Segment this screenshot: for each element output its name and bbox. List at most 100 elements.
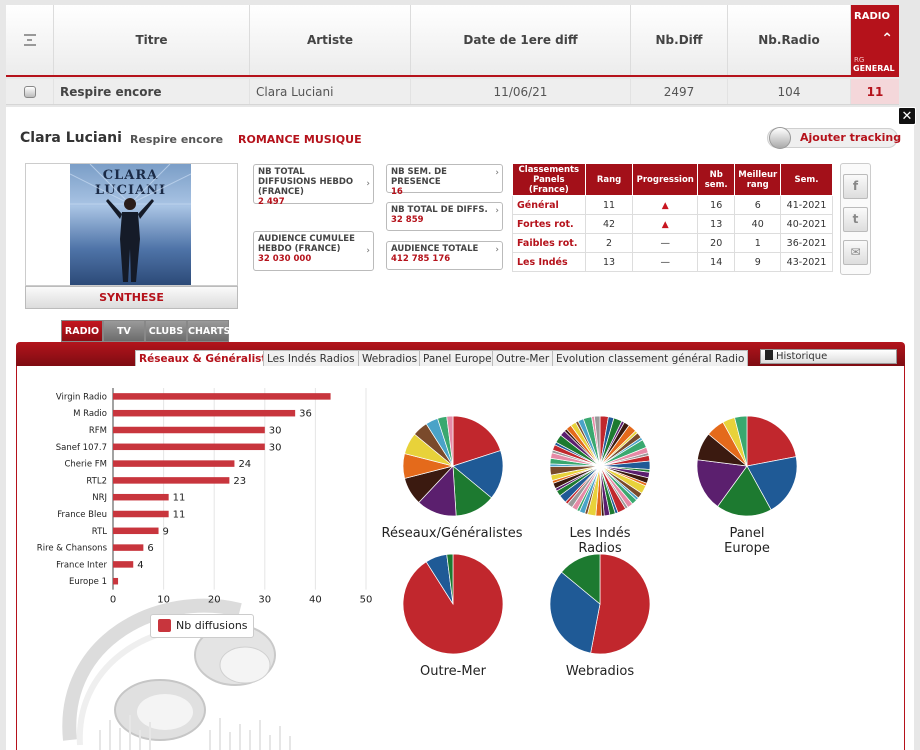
bar[interactable] xyxy=(113,493,169,501)
document-icon xyxy=(765,350,773,360)
pie-label-webradios: Webradios xyxy=(565,664,635,679)
bar[interactable] xyxy=(113,527,159,535)
x-tick-label: 40 xyxy=(309,595,322,606)
classement-row[interactable]: Les Indés 13 — 14 9 43-2021 xyxy=(512,252,833,272)
facebook-icon[interactable]: f xyxy=(843,174,868,199)
y-tick-label: France Bleu xyxy=(57,510,107,520)
pie-webradios[interactable] xyxy=(549,553,651,655)
pie-outre-mer[interactable] xyxy=(402,553,504,655)
toggle-knob-icon[interactable] xyxy=(769,127,791,149)
pie-panel-europe[interactable] xyxy=(696,415,798,517)
stat-value: 16 xyxy=(391,187,403,197)
stat-key: NB SEM. DE PRESENCE xyxy=(391,167,447,187)
radio-header-sub1: RG xyxy=(854,56,865,64)
classement-nbsem: 20 xyxy=(697,233,736,253)
y-tick-label: Cherie FM xyxy=(64,460,107,470)
subtab-webradios[interactable]: Webradios xyxy=(358,350,422,367)
stat-audience-cumulee[interactable]: AUDIENCE CUMULEE HEBDO (FRANCE) 32 030 0… xyxy=(253,231,374,271)
legend-swatch xyxy=(158,619,171,632)
classement-sem: 36-2021 xyxy=(780,233,833,253)
twitter-icon[interactable]: t xyxy=(843,207,868,232)
y-tick-label: RFM xyxy=(89,426,107,436)
bar[interactable] xyxy=(113,393,331,400)
stat-sem-presence[interactable]: NB SEM. DE PRESENCE 16 › xyxy=(386,164,503,197)
progression-icon: ▲ xyxy=(632,214,699,234)
stat-total-diffusions[interactable]: NB TOTAL DIFFUSIONS HEBDO (FRANCE) 2 497… xyxy=(253,164,374,207)
chevron-right-icon: › xyxy=(495,245,499,255)
bar[interactable] xyxy=(113,477,230,484)
classement-sem: 40-2021 xyxy=(780,214,833,234)
tab-clubs[interactable]: CLUBS xyxy=(145,320,187,342)
radio-header-title: RADIO xyxy=(854,11,890,22)
bar[interactable] xyxy=(113,460,235,467)
pie-reseaux[interactable] xyxy=(402,415,504,517)
historique-label: Historique xyxy=(776,351,828,362)
header-date[interactable]: Date de 1ere diff xyxy=(411,5,631,75)
classement-nbsem: 13 xyxy=(697,214,736,234)
header-radio-rank[interactable]: RADIO ⌃ RG GENERAL xyxy=(851,5,899,75)
y-tick-label: RTL xyxy=(92,527,107,537)
chevron-up-icon[interactable]: ⌃ xyxy=(881,31,893,47)
table-row[interactable]: Respire encore Clara Luciani 11/06/21 24… xyxy=(6,79,899,105)
cell-nb-radio: 104 xyxy=(728,79,851,104)
chevron-right-icon: › xyxy=(366,246,370,256)
stat-total-diffs[interactable]: NB TOTAL DE DIFFS. 32 859 › xyxy=(386,202,503,231)
subtab-evolution[interactable]: Evolution classement général Radio xyxy=(552,350,749,367)
header-nb-radio[interactable]: Nb.Radio xyxy=(728,5,851,75)
subtab-reseaux[interactable]: Réseaux & Généralistes xyxy=(135,350,284,367)
mail-icon[interactable]: ✉ xyxy=(843,240,868,265)
subtab-outre-mer[interactable]: Outre-Mer xyxy=(492,350,554,367)
row-toggle-icon[interactable] xyxy=(23,85,36,98)
table-header: Titre Artiste Date de 1ere diff Nb.Diff … xyxy=(6,5,899,77)
close-icon[interactable]: ✕ xyxy=(898,107,916,125)
classement-table: Classements Panels (France) Rang Progres… xyxy=(512,163,833,272)
header-nb-diff[interactable]: Nb.Diff xyxy=(631,5,728,75)
arrow-up-icon: ▲ xyxy=(661,219,669,230)
cell-artiste: Clara Luciani xyxy=(250,79,411,104)
classement-row[interactable]: Fortes rot. 42 ▲ 13 40 40-2021 xyxy=(512,214,833,234)
stat-key: AUDIENCE CUMULEE HEBDO (FRANCE) xyxy=(258,234,355,254)
classement-row[interactable]: Général 11 ▲ 16 6 41-2021 xyxy=(512,195,833,215)
cell-nb-diff: 2497 xyxy=(631,79,728,104)
album-cover: CLARA LUCIANI xyxy=(70,164,191,285)
filter-icon[interactable] xyxy=(23,34,36,46)
stat-audience-totale[interactable]: AUDIENCE TOTALE 412 785 176 › xyxy=(386,241,503,270)
bar[interactable] xyxy=(113,510,169,518)
pie-label-indes: Les Indés Radios xyxy=(569,526,631,556)
bar[interactable] xyxy=(113,577,119,585)
bar[interactable] xyxy=(113,544,144,551)
header-titre[interactable]: Titre xyxy=(54,5,250,75)
classement-row[interactable]: Faibles rot. 2 — 20 1 36-2021 xyxy=(512,233,833,253)
tab-tv[interactable]: TV xyxy=(103,320,145,342)
synthese-button[interactable]: SYNTHESE xyxy=(25,286,238,309)
classement-row-label: Général xyxy=(512,195,586,215)
chevron-right-icon: › xyxy=(366,179,370,189)
bar-value-label: 24 xyxy=(238,459,251,470)
tab-charts[interactable]: CHARTS xyxy=(187,320,231,342)
header-artiste[interactable]: Artiste xyxy=(250,5,411,75)
bar[interactable] xyxy=(113,561,134,568)
detail-label[interactable]: ROMANCE MUSIQUE xyxy=(238,133,362,146)
subtab-panel-europe[interactable]: Panel Europe xyxy=(419,350,496,367)
bar[interactable] xyxy=(113,443,265,451)
bar[interactable] xyxy=(113,409,296,417)
classement-header-best: Meilleur rang xyxy=(734,163,782,196)
stat-value: 32 030 000 xyxy=(258,254,312,264)
subtab-indes[interactable]: Les Indés Radios xyxy=(263,350,359,367)
legend-label: Nb diffusions xyxy=(176,619,248,632)
pie-indes[interactable] xyxy=(549,415,651,517)
row-select[interactable] xyxy=(6,79,54,104)
bar[interactable] xyxy=(113,426,265,434)
stat-key: NB TOTAL DE DIFFS. xyxy=(391,205,488,215)
header-select-col[interactable] xyxy=(6,5,54,75)
bar-chart: 0 10 20 30 40 50 Virgin Radio M Radio 36 RFM 30 San… xyxy=(37,388,372,606)
bar-value-label: 11 xyxy=(173,510,186,521)
stat-key: NB TOTAL DIFFUSIONS HEBDO (FRANCE) xyxy=(258,167,354,197)
tab-radio[interactable]: RADIO xyxy=(61,320,103,342)
stat-key: AUDIENCE TOTALE xyxy=(391,244,479,254)
stat-value: 32 859 xyxy=(391,215,424,225)
classement-best: 9 xyxy=(734,252,782,272)
historique-button[interactable]: Historique xyxy=(760,349,897,364)
y-tick-label: France Inter xyxy=(56,560,107,570)
add-tracking-label[interactable]: Ajouter tracking xyxy=(800,131,901,144)
